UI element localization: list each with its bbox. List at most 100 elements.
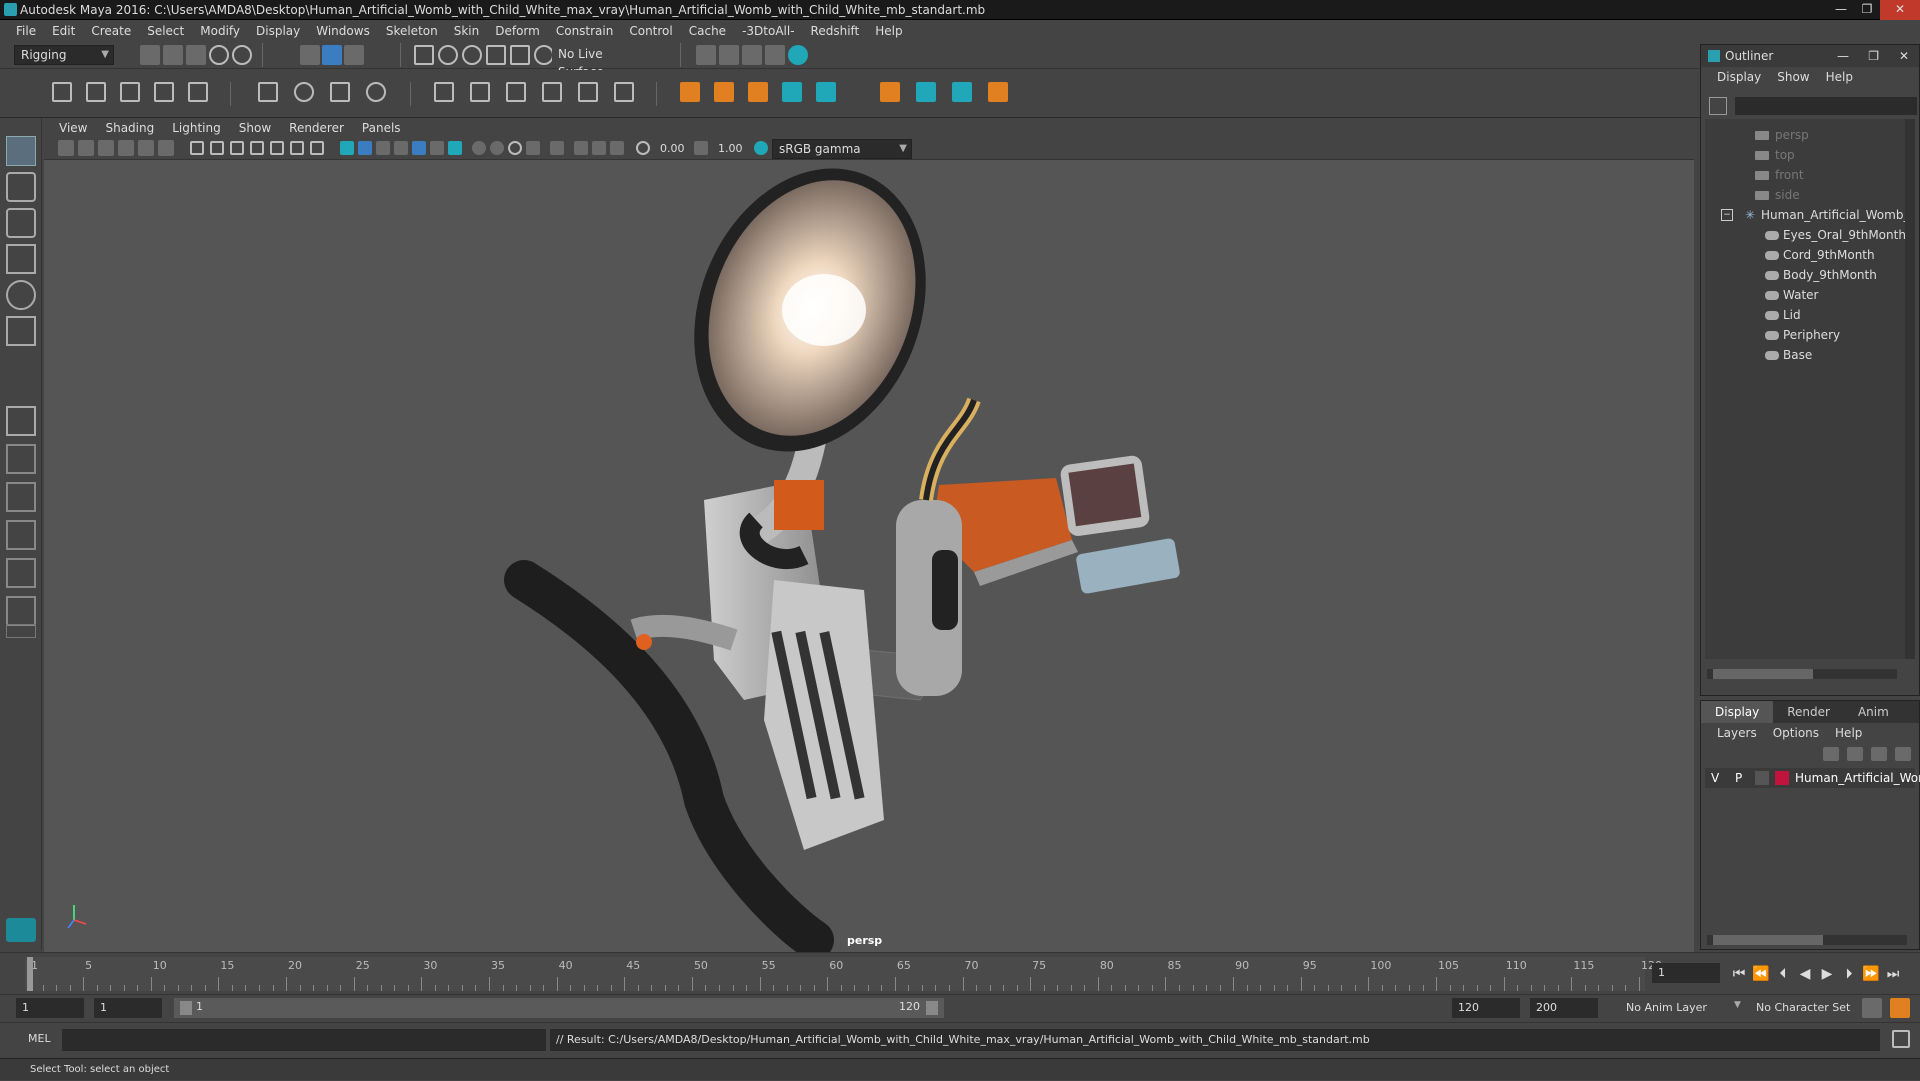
snap-curve-icon[interactable]: [438, 45, 458, 65]
undo-icon[interactable]: [209, 45, 229, 65]
viewport-menu-view[interactable]: View: [50, 121, 96, 135]
hik-icon[interactable]: [782, 82, 802, 102]
perspective-viewport[interactable]: persp: [44, 160, 1694, 952]
outliner-search-input[interactable]: [1735, 97, 1917, 115]
menu-help[interactable]: Help: [867, 24, 910, 38]
layer-color-swatch[interactable]: [1775, 771, 1789, 785]
layers-menu-options[interactable]: Options: [1765, 726, 1827, 740]
single-view-layout-icon[interactable]: [6, 406, 36, 436]
outliner-item-eyes[interactable]: Eyes_Oral_9thMonth: [1765, 225, 1906, 245]
menu-3dtoall[interactable]: -3DtoAll-: [734, 24, 802, 38]
outliner-item-periphery[interactable]: Periphery: [1765, 325, 1840, 345]
menu-display[interactable]: Display: [248, 24, 308, 38]
gate-mask-icon[interactable]: [250, 141, 264, 155]
move-tool-icon[interactable]: [6, 244, 36, 274]
insert-joint-icon[interactable]: [86, 82, 106, 102]
outliner-item-cord[interactable]: Cord_9thMonth: [1765, 245, 1875, 265]
range-slider[interactable]: 1 120: [174, 998, 944, 1018]
character-set-dropdown[interactable]: No Character Set: [1750, 998, 1860, 1018]
save-scene-icon[interactable]: [186, 45, 206, 65]
outliner-menu-help[interactable]: Help: [1818, 70, 1861, 84]
orient-joint-icon[interactable]: [154, 82, 174, 102]
time-ruler[interactable]: 1 5 10 15 20 25 30 35 40 45 50 55 60 65 70 75 80 85 90 95 10…: [25, 957, 1662, 991]
go-to-end-button[interactable]: ⏭: [1882, 961, 1904, 987]
range-start-handle[interactable]: [180, 1001, 192, 1015]
outliner-item-root-group[interactable]: − ✳ Human_Artificial_Womb_: [1721, 205, 1909, 225]
four-view-layout-icon[interactable]: [6, 444, 36, 474]
maximize-button[interactable]: ❐: [1854, 0, 1880, 20]
add-influence-icon[interactable]: [542, 82, 562, 102]
menuset-dropdown[interactable]: Rigging ▼: [14, 45, 114, 65]
paint-select-icon[interactable]: [6, 208, 36, 238]
quick-rig-icon[interactable]: [952, 82, 972, 102]
snap-grid-icon[interactable]: [414, 45, 434, 65]
animation-end-field[interactable]: 200: [1530, 998, 1598, 1018]
default-material-icon[interactable]: [394, 141, 408, 155]
viewport-menu-lighting[interactable]: Lighting: [163, 121, 230, 135]
motion-blur-icon[interactable]: [490, 141, 504, 155]
snap-view-icon[interactable]: [486, 45, 506, 65]
textured-icon[interactable]: [412, 141, 426, 155]
redo-icon[interactable]: [232, 45, 252, 65]
exposure-icon[interactable]: [636, 141, 650, 155]
bind-skin-icon[interactable]: [434, 82, 454, 102]
gamma-field[interactable]: 1.00: [712, 139, 748, 159]
menu-skeleton[interactable]: Skeleton: [378, 24, 446, 38]
menu-select[interactable]: Select: [139, 24, 192, 38]
exposure-field[interactable]: 0.00: [654, 139, 690, 159]
wire-icon[interactable]: [366, 82, 386, 102]
shadows-icon[interactable]: [448, 141, 462, 155]
tab-display[interactable]: Display: [1701, 701, 1774, 723]
lattice-icon[interactable]: [258, 82, 278, 102]
step-forward-key-button[interactable]: ⏩: [1860, 961, 1882, 987]
step-back-key-button[interactable]: ⏪: [1750, 961, 1772, 987]
playback-end-field[interactable]: 120: [1452, 998, 1520, 1018]
lights-icon[interactable]: [430, 141, 444, 155]
new-layer-selected-icon[interactable]: [1895, 747, 1911, 761]
menu-cache[interactable]: Cache: [681, 24, 734, 38]
menu-edit[interactable]: Edit: [44, 24, 83, 38]
outliner-item-front[interactable]: front: [1755, 165, 1804, 185]
point-constraint-icon[interactable]: [714, 82, 734, 102]
xray-icon[interactable]: [574, 141, 588, 155]
set-driven-key-icon[interactable]: [880, 82, 900, 102]
play-forwards-button[interactable]: ▶: [1816, 961, 1838, 987]
safe-action-icon[interactable]: [290, 141, 304, 155]
select-tool-icon[interactable]: [6, 136, 36, 166]
menu-file[interactable]: File: [8, 24, 44, 38]
wrap-icon[interactable]: [330, 82, 350, 102]
paint-weights-icon[interactable]: [506, 82, 526, 102]
tab-render[interactable]: Render: [1773, 701, 1844, 723]
step-forward-frame-button[interactable]: ⏵: [1838, 961, 1860, 987]
persp-graph-layout-icon[interactable]: [6, 520, 36, 550]
menu-modify[interactable]: Modify: [192, 24, 248, 38]
layers-menu-help[interactable]: Help: [1827, 726, 1870, 740]
layer-type-toggle[interactable]: [1755, 771, 1769, 785]
gamma-icon[interactable]: [694, 141, 708, 155]
close-button[interactable]: ✕: [1880, 0, 1920, 20]
auto-key-icon[interactable]: [1862, 998, 1882, 1018]
outliner-menu-display[interactable]: Display: [1709, 70, 1769, 84]
outliner-item-water[interactable]: Water: [1765, 285, 1818, 305]
move-layer-up-icon[interactable]: [1823, 747, 1839, 761]
anim-layer-dropdown[interactable]: No Anim Layer: [1620, 998, 1740, 1018]
layer-visibility-toggle[interactable]: V: [1711, 768, 1719, 788]
remove-influence-icon[interactable]: [578, 82, 598, 102]
multisample-aa-icon[interactable]: [508, 141, 522, 155]
time-slider[interactable]: 1 5 10 15 20 25 30 35 40 45 50 55 60 65 70 75 80 85 90 95 10…: [0, 952, 1920, 994]
move-layer-down-icon[interactable]: [1847, 747, 1863, 761]
film-gate-icon[interactable]: [210, 141, 224, 155]
xray-components-icon[interactable]: [610, 141, 624, 155]
wireframe-icon[interactable]: [340, 141, 354, 155]
field-chart-icon[interactable]: [270, 141, 284, 155]
joint-tool-icon[interactable]: [52, 82, 72, 102]
select-component-icon[interactable]: [344, 45, 364, 65]
select-hierarchy-icon[interactable]: [300, 45, 320, 65]
outliner-item-lid[interactable]: Lid: [1765, 305, 1801, 325]
outliner-item-body[interactable]: Body_9thMonth: [1765, 265, 1877, 285]
range-end-handle[interactable]: [926, 1001, 938, 1015]
current-frame-field[interactable]: 1: [1652, 963, 1720, 983]
magnet-icon[interactable]: [534, 45, 554, 65]
outliner-maximize-icon[interactable]: ❐: [1868, 45, 1879, 67]
tab-anim[interactable]: Anim: [1844, 701, 1903, 723]
